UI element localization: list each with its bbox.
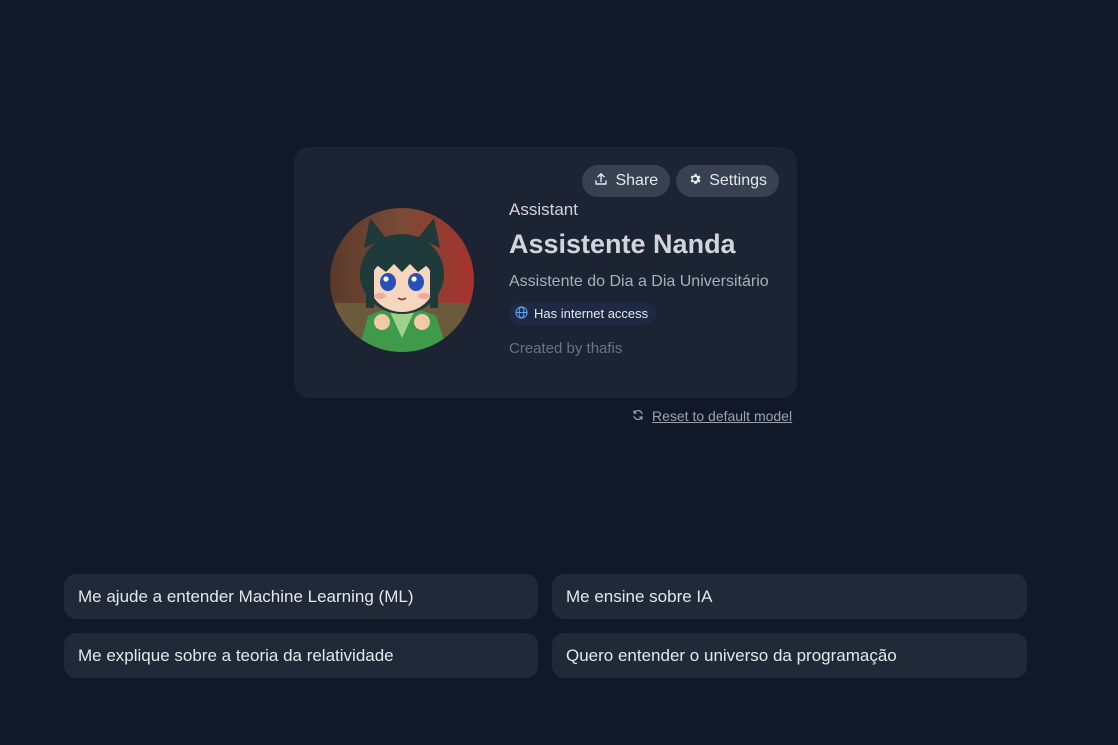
assistant-type-label: Assistant xyxy=(509,200,578,219)
share-button[interactable]: Share xyxy=(582,165,671,197)
prompt-suggestion[interactable]: Me ajude a entender Machine Learning (ML… xyxy=(64,574,538,619)
upload-icon xyxy=(594,172,608,191)
gear-icon xyxy=(688,172,702,191)
assistant-description: Assistente do Dia a Dia Universitário xyxy=(509,273,769,290)
assistant-name: Assistente Nanda xyxy=(509,229,736,259)
badge-label: Has internet access xyxy=(534,306,649,321)
card-actions: Share Settings xyxy=(582,165,779,197)
reset-default-model-link[interactable]: Reset to default model xyxy=(652,408,792,424)
reset-default-model: Reset to default model xyxy=(632,408,792,424)
settings-button[interactable]: Settings xyxy=(676,165,779,197)
prompt-suggestion[interactable]: Me ensine sobre IA xyxy=(552,574,1027,619)
assistant-card: Share Settings Assistant Assistente Nand… xyxy=(294,147,797,398)
assistant-page: Share Settings Assistant Assistente Nand… xyxy=(0,0,1118,745)
settings-label: Settings xyxy=(709,172,767,189)
prompt-suggestion[interactable]: Me explique sobre a teoria da relativida… xyxy=(64,633,538,678)
share-label: Share xyxy=(615,172,659,189)
assistant-info: Assistant Assistente Nanda Assistente do… xyxy=(509,200,779,360)
refresh-icon xyxy=(632,408,644,424)
suggested-prompts: Me ajude a entender Machine Learning (ML… xyxy=(64,574,1027,678)
assistant-avatar xyxy=(330,208,474,352)
creator-label: Created by thafis xyxy=(509,340,623,357)
globe-icon xyxy=(515,305,528,322)
internet-access-badge: Has internet access xyxy=(509,302,657,325)
prompt-suggestion[interactable]: Quero entender o universo da programação xyxy=(552,633,1027,678)
